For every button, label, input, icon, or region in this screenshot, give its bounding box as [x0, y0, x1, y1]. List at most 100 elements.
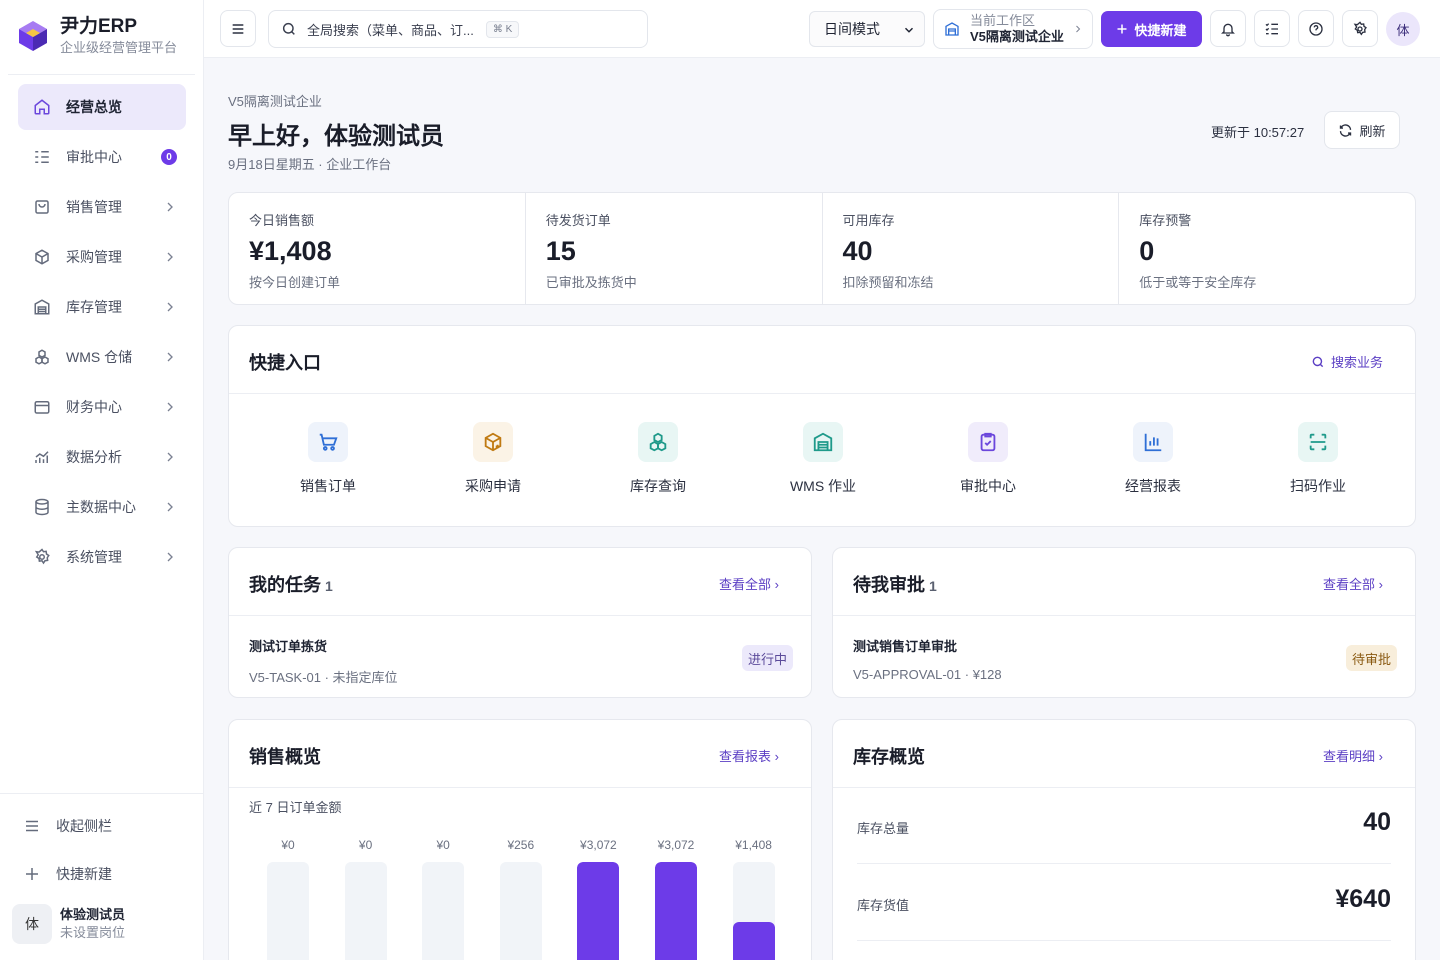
- sidebar-item-masterdata[interactable]: 主数据中心: [18, 484, 186, 530]
- tasks-button[interactable]: [1254, 10, 1290, 47]
- sidebar-item-label: 主数据中心: [66, 499, 136, 515]
- refresh-button[interactable]: 刷新: [1324, 111, 1400, 149]
- bar[interactable]: [577, 862, 620, 960]
- sidebar-item-system[interactable]: 系统管理: [18, 534, 186, 580]
- menu-toggle-button[interactable]: [220, 10, 256, 47]
- scan-icon: [1298, 422, 1338, 462]
- warehouse-icon: [803, 422, 843, 462]
- chart-subtitle: 近 7 日订单金额: [249, 800, 342, 815]
- quick-entry-report[interactable]: 经营报表: [1093, 422, 1213, 496]
- quick-entry-approval[interactable]: 审批中心: [928, 422, 1048, 496]
- sidebar-item-label: 数据分析: [66, 449, 122, 465]
- sidebar-item-overview[interactable]: 经营总览: [18, 84, 186, 130]
- card-count: 1: [325, 578, 333, 594]
- refresh-icon: [1340, 123, 1352, 137]
- inventory-value: ¥640: [1335, 885, 1391, 913]
- card-title-text: 我的任务: [249, 575, 321, 595]
- stat-value: 0: [1139, 236, 1155, 266]
- user-avatar[interactable]: 体: [1386, 12, 1420, 46]
- building-icon: [945, 22, 959, 36]
- sidebar-item-analytics[interactable]: 数据分析: [18, 434, 186, 480]
- bar-track: [344, 862, 387, 960]
- bar-track: [655, 862, 697, 960]
- stat-card[interactable]: 库存预警 0 低于或等于安全库存: [1119, 193, 1415, 304]
- status-badge: 待审批: [1345, 645, 1397, 671]
- quick-new-label: 快捷新建: [1134, 22, 1187, 38]
- workspace-switcher[interactable]: 当前工作区 V5隔离测试企业: [933, 9, 1093, 49]
- quick-entry-scan[interactable]: 扫码作业: [1258, 422, 1378, 496]
- card-title: 快捷入口: [249, 353, 321, 373]
- sidebar-user[interactable]: 体 体验测试员 未设置岗位: [12, 904, 125, 944]
- view-detail-link[interactable]: 查看明细 ›: [1323, 746, 1383, 765]
- wallet-icon: [32, 397, 52, 417]
- bar[interactable]: [655, 862, 697, 960]
- theme-mode-value: 日间模式: [824, 21, 880, 37]
- collapse-sidebar-button[interactable]: 收起侧栏: [22, 816, 112, 836]
- view-all-approvals-link[interactable]: 查看全部 ›: [1323, 574, 1383, 593]
- quick-entry-label: WMS 作业: [789, 478, 857, 494]
- quick-entry-label: 采购申请: [465, 478, 521, 494]
- card-title: 销售概览: [249, 747, 321, 767]
- sidebar-item-label: 经营总览: [66, 99, 122, 115]
- list-check-icon: [32, 147, 52, 167]
- plus-icon: [1117, 24, 1127, 34]
- card-title-text: 待我审批: [853, 575, 925, 595]
- menu-icon: [22, 816, 42, 836]
- stat-card[interactable]: 待发货订单 15 已审批及拣货中: [526, 193, 823, 304]
- sidebar-item-inventory[interactable]: 库存管理: [18, 284, 186, 330]
- sidebar-item-wms[interactable]: WMS 仓储: [18, 334, 186, 380]
- chevron-down-icon: [904, 27, 914, 33]
- inventory-overview-card: 库存概览 查看明细 › 库存总量 40 库存货值 ¥640: [832, 719, 1416, 960]
- search-business-link[interactable]: 搜索业务: [1311, 352, 1383, 371]
- package-icon: [32, 247, 52, 267]
- task-meta: V5-TASK-01 · 未指定库位: [249, 670, 398, 685]
- bar-value-label: ¥256: [507, 838, 535, 852]
- gear-icon: [32, 547, 52, 567]
- sidebar-quick-new-button[interactable]: 快捷新建: [22, 864, 112, 884]
- chart-icon: [32, 447, 52, 467]
- pending-approvals-card: 待我审批 1 查看全部 › 测试销售订单审批 V5-APPROVAL-01 · ¥…: [832, 547, 1416, 698]
- sidebar-item-approval[interactable]: 审批中心 0: [18, 134, 186, 180]
- quick-entry-purchase-request[interactable]: 采购申请: [433, 422, 553, 496]
- quick-new-button[interactable]: 快捷新建: [1101, 11, 1202, 47]
- refresh-label: 刷新: [1359, 123, 1386, 139]
- card-header: 待我审批 1 查看全部 ›: [833, 548, 1415, 616]
- chevron-right-icon: [167, 202, 173, 212]
- card-title: 库存概览: [853, 747, 925, 767]
- workspace-label: 当前工作区: [970, 13, 1036, 28]
- notifications-button[interactable]: [1210, 10, 1246, 47]
- quick-entry-inventory-query[interactable]: 库存查询: [598, 422, 718, 496]
- chevron-right-icon: [167, 552, 173, 562]
- bar-value-label: ¥0: [281, 838, 295, 852]
- sidebar-item-label: 审批中心: [66, 149, 122, 165]
- stat-label: 待发货订单: [545, 213, 611, 228]
- view-report-link[interactable]: 查看报表 ›: [719, 746, 779, 765]
- brand[interactable]: 尹力ERP 企业级经营管理平台: [16, 16, 177, 56]
- list-check-icon: [1265, 22, 1278, 34]
- quick-entry-sales-order[interactable]: 销售订单: [268, 422, 388, 496]
- view-all-tasks-link[interactable]: 查看全部 ›: [719, 574, 779, 593]
- page-title: 早上好，体验测试员: [228, 123, 444, 150]
- bar[interactable]: [732, 922, 775, 960]
- brand-subtitle: 企业级经营管理平台: [60, 40, 178, 55]
- stat-card[interactable]: 可用库存 40 扣除预留和冻结: [823, 193, 1120, 304]
- quick-entry-label: 扫码作业: [1290, 478, 1346, 494]
- bar-value-label: ¥0: [436, 838, 450, 852]
- task-item[interactable]: 测试订单拣货 V5-TASK-01 · 未指定库位: [249, 636, 398, 686]
- theme-mode-select[interactable]: 日间模式: [809, 11, 925, 47]
- stat-card[interactable]: 今日销售额 ¥1,408 按今日创建订单: [229, 193, 526, 304]
- quick-entry-wms[interactable]: WMS 作业: [763, 422, 883, 496]
- bar-value-label: ¥1,408: [735, 838, 772, 852]
- approval-item[interactable]: 测试销售订单审批 V5-APPROVAL-01 · ¥128: [853, 636, 1002, 682]
- global-search-input[interactable]: 全局搜索（菜单、商品、订... ⌘ K: [268, 10, 648, 48]
- chevron-right-icon: [167, 302, 173, 312]
- sidebar-item-finance[interactable]: 财务中心: [18, 384, 186, 430]
- help-button[interactable]: [1298, 10, 1334, 47]
- card-header: 库存概览 查看明细 ›: [833, 720, 1415, 788]
- quick-entry-label: 销售订单: [300, 478, 356, 494]
- sidebar-item-sales[interactable]: 销售管理: [18, 184, 186, 230]
- sidebar: 尹力ERP 企业级经营管理平台 经营总览 审批中心 0 销售管理 采购管理 库存…: [0, 0, 204, 960]
- sidebar-item-purchase[interactable]: 采购管理: [18, 234, 186, 280]
- chevron-right-icon: [167, 402, 173, 412]
- settings-button[interactable]: [1342, 10, 1378, 47]
